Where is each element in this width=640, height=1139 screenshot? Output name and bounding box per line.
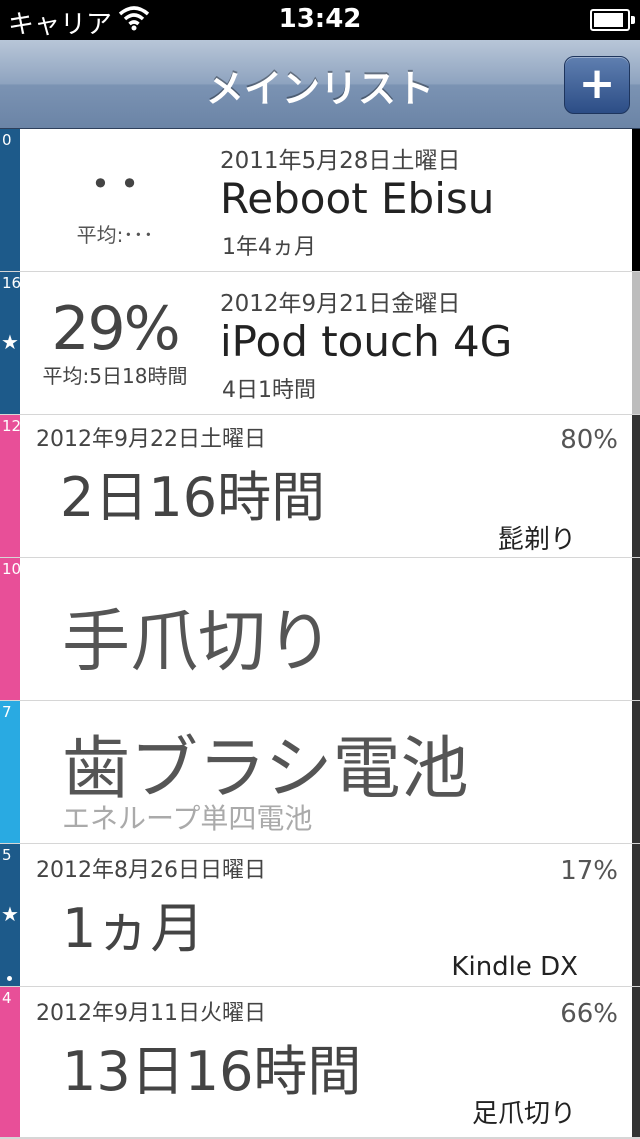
progress-indicator	[632, 701, 640, 843]
progress-indicator	[632, 987, 640, 1137]
star-icon: ★	[1, 330, 19, 354]
progress-indicator	[632, 129, 640, 271]
date-label: 2011年5月28日土曜日	[220, 148, 461, 174]
status-time: 13:42	[278, 4, 362, 34]
item-name: iPod touch 4G	[220, 317, 513, 366]
add-button[interactable]: +	[564, 56, 630, 114]
average-label: 平均:･･･	[76, 223, 154, 247]
item-name: 足爪切り	[471, 1099, 576, 1129]
average-label: 平均:5日18時間	[42, 364, 188, 388]
elapsed-label: 4日1時間	[222, 378, 316, 403]
progress-percent: 29%	[51, 294, 180, 364]
item-count: 0	[2, 131, 12, 149]
list-item[interactable]: 4 2012年9月11日火曜日 13日16時間 66% 足爪切り	[0, 987, 640, 1139]
item-name: 手爪切り	[62, 603, 335, 682]
progress-indicator	[632, 415, 640, 557]
item-count: 5	[2, 846, 12, 864]
date-label: 2012年9月11日火曜日	[36, 1001, 266, 1026]
item-count: 4	[2, 989, 12, 1007]
progress-percent: 80%	[560, 425, 618, 455]
date-label: 2012年9月21日金曜日	[220, 291, 461, 317]
progress-percent: 17%	[560, 856, 618, 886]
item-count: 10	[2, 560, 22, 578]
item-subtitle: エネループ単四電池	[62, 802, 313, 835]
progress-face: • •	[91, 165, 139, 203]
category-stripe	[0, 701, 20, 843]
elapsed-label: 1ヵ月	[62, 897, 205, 960]
item-name: Reboot Ebisu	[220, 174, 495, 223]
category-stripe	[0, 415, 20, 557]
category-stripe	[0, 987, 20, 1137]
date-label: 2012年8月26日日曜日	[36, 858, 266, 883]
list-item[interactable]: 7 歯ブラシ電池 エネループ単四電池	[0, 701, 640, 845]
item-count: 7	[2, 703, 12, 721]
list-item[interactable]: 5 ★ 2012年8月26日日曜日 1ヵ月 17% Kindle DX	[0, 844, 640, 988]
list-item[interactable]: 0 • • 平均:･･･ 2011年5月28日土曜日 Reboot Ebisu …	[0, 129, 640, 273]
item-count: 16	[2, 274, 22, 292]
item-count: 12	[2, 417, 22, 435]
list-item[interactable]: 12 2012年9月22日土曜日 2日16時間 80% 髭剃り	[0, 415, 640, 559]
progress-indicator	[632, 844, 640, 986]
list-item[interactable]: 16 ★ 29% 平均:5日18時間 2012年9月21日金曜日 iPod to…	[0, 272, 640, 416]
item-name: 髭剃り	[497, 525, 576, 555]
progress-percent: 66%	[560, 999, 618, 1029]
status-bar: キャリア 13:42	[0, 0, 640, 40]
category-stripe	[0, 129, 20, 271]
elapsed-label: 1年4ヵ月	[222, 235, 316, 260]
battery-icon	[590, 9, 635, 31]
navigation-bar: メインリスト +	[0, 40, 640, 129]
progress-indicator	[632, 558, 640, 700]
elapsed-label: 2日16時間	[60, 466, 326, 529]
star-icon: ★	[1, 902, 19, 926]
elapsed-label: 13日16時間	[62, 1040, 362, 1103]
dot-icon	[7, 976, 12, 981]
category-stripe	[0, 558, 20, 700]
list-item[interactable]: 10 手爪切り	[0, 558, 640, 702]
date-label: 2012年9月22日土曜日	[36, 427, 266, 452]
page-title: メインリスト	[205, 67, 434, 111]
item-name: Kindle DX	[451, 952, 578, 982]
progress-indicator	[632, 272, 640, 414]
